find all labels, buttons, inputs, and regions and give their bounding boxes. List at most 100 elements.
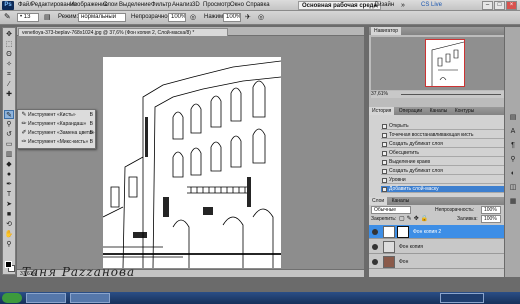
history-state-icon — [382, 178, 387, 183]
brush-panel-icon[interactable]: ▤ — [508, 113, 518, 123]
fill-input[interactable]: 100% — [481, 215, 501, 223]
tablet-opacity-icon[interactable]: ◎ — [190, 13, 196, 21]
navigator-thumbnail-image — [431, 41, 465, 86]
character-panel-icon[interactable]: A — [508, 127, 518, 137]
lock-icons[interactable]: ▢✎✥🔒 — [399, 215, 430, 222]
history-item[interactable]: Обесцветить — [381, 150, 505, 157]
visibility-eye-icon[interactable] — [372, 229, 378, 235]
workspace-more-icon[interactable]: » — [398, 1, 408, 10]
navigator-preview[interactable] — [371, 37, 519, 90]
brush-size-picker[interactable]: • 13 — [17, 13, 39, 22]
menu-filter[interactable]: Фильтр — [151, 0, 171, 11]
document-tab[interactable]: venetloya-373-beplav-768x1024.jpg @ 37,6… — [18, 28, 228, 36]
layer-opacity-input[interactable]: 100% — [481, 206, 501, 214]
color-replace-icon: ✐ — [21, 130, 27, 136]
history-item[interactable]: Выделение краев — [381, 159, 505, 166]
image-canvas[interactable] — [103, 57, 281, 268]
path-select-tool-icon[interactable]: ➤ — [4, 200, 14, 209]
blur-tool-icon[interactable]: ◆ — [4, 160, 14, 169]
layer-row[interactable]: Фон — [369, 255, 505, 269]
navigator-zoom-slider[interactable] — [401, 94, 501, 95]
flyout-item-brush[interactable]: ✎Инструмент «Кисть» B — [20, 111, 95, 120]
airbrush-icon[interactable]: ✈ — [245, 13, 251, 21]
blend-mode-select[interactable]: Обычные — [371, 206, 411, 214]
hand-tool-icon[interactable]: ✋ — [4, 230, 14, 239]
crop-tool-icon[interactable]: ⌗ — [4, 70, 14, 79]
menu-3d[interactable]: 3D — [192, 0, 200, 11]
history-item[interactable]: Создать дубликат слоя — [381, 168, 505, 175]
flyout-item-pencil[interactable]: ✏Инструмент «Карандаш» B — [20, 120, 95, 129]
adjustments-panel-icon[interactable]: ◐ — [508, 169, 518, 179]
clone-source-panel-icon[interactable]: ⚲ — [508, 155, 518, 165]
layer-row[interactable]: Фон копия — [369, 240, 505, 254]
type-tool-icon[interactable]: T — [4, 190, 14, 199]
visibility-eye-icon[interactable] — [372, 259, 378, 265]
tab-actions[interactable]: Операции — [396, 107, 425, 115]
eyedropper-tool-icon[interactable]: ⁄ — [4, 80, 14, 89]
menu-view[interactable]: Просмотр — [203, 0, 230, 11]
healing-tool-icon[interactable]: ✚ — [4, 90, 14, 99]
flyout-item-color-replace[interactable]: ✐Инструмент «Замена цвета» B — [20, 129, 95, 138]
paragraph-panel-icon[interactable]: ¶ — [508, 141, 518, 151]
brush-tool-icon[interactable]: ✎ — [4, 110, 14, 119]
tab-channels[interactable]: Каналы — [427, 107, 451, 115]
history-item[interactable]: Точечная восстанавливающая кисть — [381, 132, 505, 139]
3d-rotate-tool-icon[interactable]: ⟲ — [4, 220, 14, 229]
tab-navigator[interactable]: Навигатор — [371, 27, 402, 35]
tab-history[interactable]: История — [369, 107, 395, 115]
collapsed-panels-strip: ▤ A ¶ ⚲ ◐ ◫ ▦ — [504, 27, 520, 277]
history-item-selected[interactable]: Добавить слой-маску — [381, 186, 505, 193]
pressure-input[interactable]: 100% — [223, 13, 241, 22]
history-item[interactable]: Создать дубликат слоя — [381, 141, 505, 148]
menu-layers[interactable]: Слои — [103, 0, 118, 11]
history-item[interactable]: Уровни — [381, 177, 505, 184]
shape-tool-icon[interactable]: ■ — [4, 210, 14, 219]
navigator-panel-header[interactable]: Навигатор — [369, 27, 505, 35]
navigator-thumbnail[interactable] — [425, 39, 465, 87]
tab-paths[interactable]: Контуры — [452, 107, 478, 115]
minimize-icon[interactable]: – — [482, 1, 493, 10]
history-item[interactable]: Открыть — [381, 123, 505, 130]
flyout-item-mixer-brush[interactable]: ✑Инструмент «Микс-кисть» B — [20, 138, 95, 147]
history-brush-tool-icon[interactable]: ↺ — [4, 130, 14, 139]
zoom-tool-icon[interactable]: ⚲ — [4, 240, 14, 249]
visibility-eye-icon[interactable] — [372, 244, 378, 250]
menu-analysis[interactable]: Анализ — [172, 0, 192, 11]
cs-live-button[interactable]: CS Live — [418, 1, 445, 10]
layer-row-selected[interactable]: Фон копия 2 — [369, 225, 505, 239]
opacity-input[interactable]: 100% — [168, 13, 186, 22]
styles-panel-icon[interactable]: ▦ — [508, 197, 518, 207]
workspace-design-button[interactable]: Дизайн — [371, 1, 397, 10]
document-window: venetloya-373-beplav-768x1024.jpg @ 37,6… — [17, 27, 364, 277]
tab-layer-channels[interactable]: Каналы — [389, 197, 413, 205]
quick-select-tool-icon[interactable]: ✧ — [4, 60, 14, 69]
close-icon[interactable]: × — [506, 1, 517, 10]
layer-name: Фон — [399, 259, 409, 265]
tab-layers[interactable]: Слои — [369, 197, 388, 205]
menu-help[interactable]: Справка — [246, 0, 270, 11]
menu-window[interactable]: Окно — [230, 0, 244, 11]
taskbar-item[interactable] — [70, 293, 110, 303]
mode-select[interactable]: нормальный — [78, 13, 126, 22]
brush-preset-icon[interactable]: ✎ — [4, 12, 11, 21]
start-button[interactable] — [2, 293, 22, 303]
taskbar-item[interactable] — [26, 293, 66, 303]
eraser-tool-icon[interactable]: ▭ — [4, 140, 14, 149]
layer-mask-thumbnail[interactable] — [397, 226, 409, 238]
menu-select[interactable]: Выделение — [119, 0, 151, 11]
lasso-tool-icon[interactable]: ʘ — [4, 50, 14, 59]
move-tool-icon[interactable]: ✥ — [4, 30, 14, 39]
gradient-tool-icon[interactable]: ▥ — [4, 150, 14, 159]
maximize-icon[interactable]: □ — [494, 1, 505, 10]
navigator-zoom: 37,61% — [371, 91, 519, 98]
foreground-color-swatch[interactable] — [5, 261, 12, 268]
marquee-tool-icon[interactable]: ⬚ — [4, 40, 14, 49]
brush-panel-icon[interactable]: ▤ — [44, 13, 51, 21]
pen-tool-icon[interactable]: ✒ — [4, 180, 14, 189]
clone-stamp-tool-icon[interactable]: ⚲ — [4, 120, 14, 129]
tablet-size-icon[interactable]: ◎ — [258, 13, 264, 21]
masks-panel-icon[interactable]: ◫ — [508, 183, 518, 193]
workspace-essentials-button[interactable]: Основная рабочая среда — [298, 1, 381, 10]
history-state-icon — [382, 133, 387, 138]
dodge-tool-icon[interactable]: ● — [4, 170, 14, 179]
